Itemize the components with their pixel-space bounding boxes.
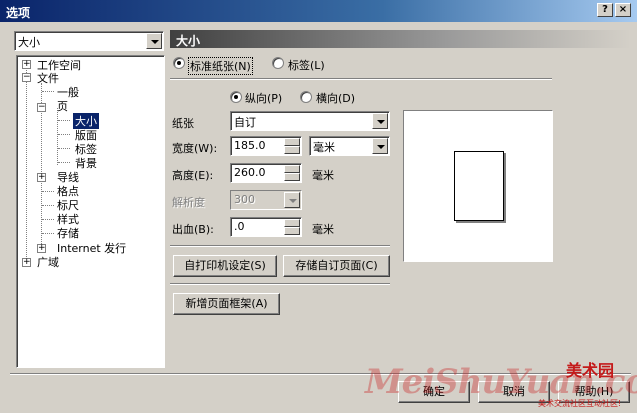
collapse-icon[interactable]: −	[37, 103, 46, 112]
radio-label-paper-label[interactable]: 标签(L)	[288, 57, 325, 73]
height-input[interactable]: 260.0	[230, 163, 302, 183]
expand-icon[interactable]: +	[37, 244, 46, 253]
paper-label: 纸张	[172, 117, 194, 130]
unit-select-value: 毫米	[313, 141, 335, 154]
title-bar: 选项 ? ×	[0, 0, 637, 22]
tree-item-page[interactable]: 页	[57, 98, 68, 114]
tree-item-save[interactable]: 存储	[57, 225, 79, 241]
tree-item-internet-publish[interactable]: Internet 发行	[57, 240, 126, 256]
height-unit: 毫米	[312, 169, 334, 182]
expand-icon[interactable]: +	[37, 173, 46, 182]
category-select[interactable]: 大小	[14, 31, 164, 51]
expand-icon[interactable]: +	[22, 60, 31, 69]
paper-select-value: 自订	[234, 116, 256, 129]
chevron-down-icon[interactable]	[372, 113, 388, 129]
radio-landscape-label[interactable]: 横向(D)	[316, 90, 355, 106]
bleed-label: 出血(B):	[172, 223, 214, 236]
bleed-unit: 毫米	[312, 223, 334, 236]
collapse-icon[interactable]: −	[22, 73, 31, 82]
spin-down-icon[interactable]	[284, 173, 300, 181]
bleed-value: .0	[234, 220, 245, 233]
expand-icon[interactable]: +	[22, 258, 31, 267]
paper-select[interactable]: 自订	[230, 111, 390, 131]
radio-portrait[interactable]	[230, 91, 242, 103]
width-input[interactable]: 185.0	[230, 136, 302, 156]
spin-up-icon[interactable]	[284, 138, 300, 146]
add-page-frame-button[interactable]: 新增页面框架(A)	[173, 293, 280, 315]
close-button[interactable]: ×	[615, 3, 631, 17]
height-label: 高度(E):	[172, 169, 214, 182]
resolution-select[interactable]: 300	[230, 190, 302, 210]
spin-down-icon[interactable]	[284, 146, 300, 154]
radio-standard-paper[interactable]	[173, 57, 185, 69]
resolution-value: 300	[234, 193, 255, 206]
resolution-label: 解析度	[172, 196, 205, 209]
from-printer-button[interactable]: 自打印机设定(S)	[173, 255, 277, 277]
save-custom-page-button[interactable]: 存储自订页面(C)	[283, 255, 390, 277]
unit-select[interactable]: 毫米	[309, 136, 390, 156]
width-value: 185.0	[234, 139, 266, 152]
divider	[170, 245, 390, 247]
chevron-down-icon[interactable]	[284, 192, 300, 208]
radio-portrait-label[interactable]: 纵向(P)	[245, 90, 282, 106]
panel-header: 大小	[170, 30, 631, 48]
page-preview	[403, 110, 553, 262]
bleed-input[interactable]: .0	[230, 217, 302, 237]
panel-title: 大小	[176, 34, 201, 48]
category-select-value: 大小	[18, 36, 40, 49]
spin-up-icon[interactable]	[284, 165, 300, 173]
chevron-down-icon[interactable]	[372, 138, 388, 154]
divider	[170, 78, 552, 80]
tree-item-global[interactable]: 广域	[37, 254, 59, 270]
tree-item-file[interactable]: 文件	[37, 70, 59, 86]
height-value: 260.0	[234, 166, 266, 179]
width-label: 宽度(W):	[172, 142, 218, 155]
options-tree[interactable]: + 工作空间 − 文件 一般 − 页 大小 版面 标签 背景 + 导线 格点 标…	[16, 55, 165, 368]
radio-landscape[interactable]	[300, 91, 312, 103]
spin-up-icon[interactable]	[284, 219, 300, 227]
radio-label-paper[interactable]	[272, 57, 284, 69]
spin-down-icon[interactable]	[284, 227, 300, 235]
divider	[170, 283, 390, 285]
watermark-subtitle: 美术交流社区互动社区!	[538, 399, 622, 408]
chevron-down-icon[interactable]	[146, 33, 162, 49]
help-title-button[interactable]: ?	[597, 3, 613, 17]
radio-standard-paper-label[interactable]: 标准纸张(N)	[188, 57, 253, 75]
page-preview-sheet	[454, 151, 504, 221]
watermark-logo: 美术园	[566, 361, 615, 380]
window-title: 选项	[6, 6, 31, 20]
